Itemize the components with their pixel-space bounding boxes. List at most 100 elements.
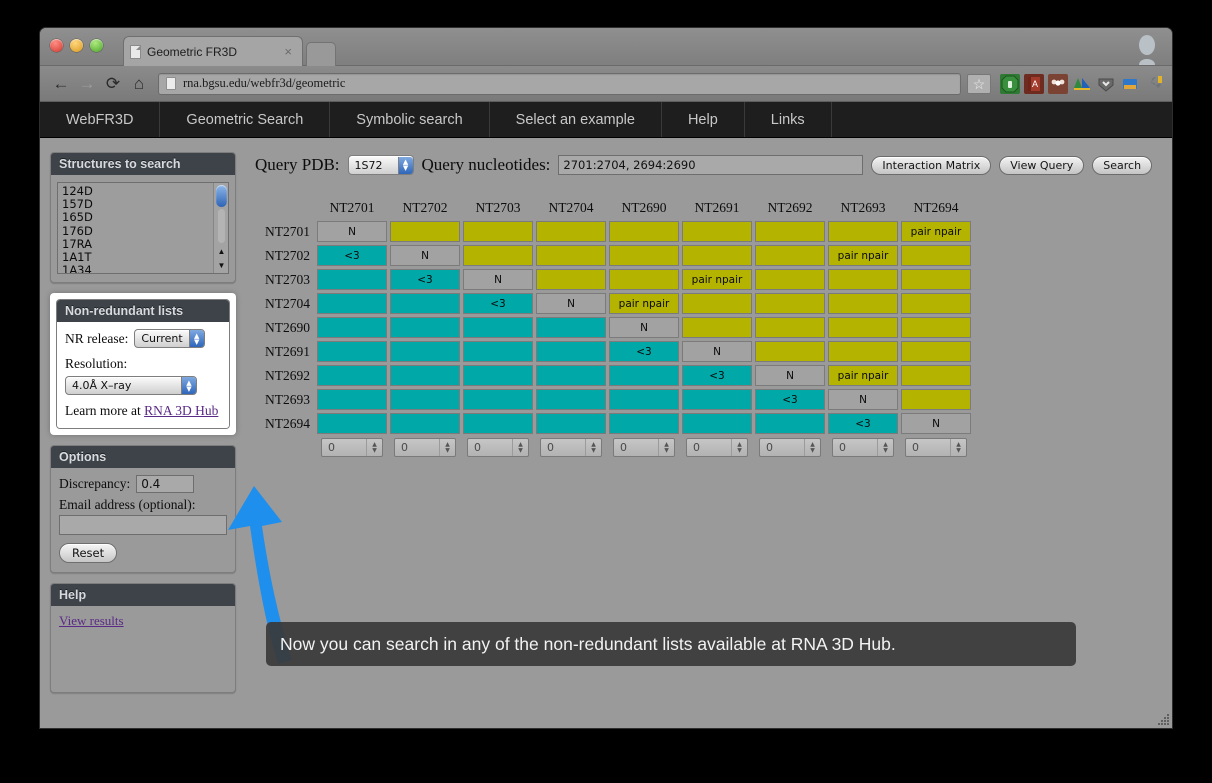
new-tab-button[interactable] xyxy=(306,42,336,66)
matrix-cell-teal[interactable] xyxy=(682,413,752,434)
scrollbar-thumb[interactable] xyxy=(216,185,227,207)
scrollbar-track[interactable] xyxy=(218,209,225,243)
matrix-cell-teal[interactable] xyxy=(390,293,460,314)
bookmark-star-icon[interactable]: ☆ xyxy=(967,74,991,94)
matrix-cell-teal[interactable] xyxy=(317,317,387,338)
matrix-cell-teal[interactable] xyxy=(536,413,606,434)
quantity-stepper[interactable]: 0▲▼ xyxy=(394,438,456,457)
matrix-cell-olive[interactable] xyxy=(901,341,971,362)
scroll-up-icon[interactable]: ▲ xyxy=(217,245,226,258)
matrix-cell-teal[interactable] xyxy=(317,293,387,314)
address-bar[interactable]: rna.bgsu.edu/webfr3d/geometric xyxy=(158,73,961,95)
stepper-arrows-icon[interactable]: ▲▼ xyxy=(950,439,966,456)
matrix-cell-teal[interactable] xyxy=(463,341,533,362)
matrix-cell-diag[interactable]: N xyxy=(901,413,971,434)
extension-drive-icon[interactable] xyxy=(1072,74,1092,94)
matrix-cell-olive[interactable] xyxy=(609,245,679,266)
list-item[interactable]: 1A34 xyxy=(62,264,213,274)
stepper-arrows-icon[interactable]: ▲▼ xyxy=(512,439,528,456)
matrix-cell-teal[interactable] xyxy=(609,365,679,386)
matrix-cell-teal[interactable]: <3 xyxy=(828,413,898,434)
matrix-cell-teal[interactable] xyxy=(463,389,533,410)
quantity-stepper[interactable]: 0▲▼ xyxy=(467,438,529,457)
matrix-cell-teal[interactable] xyxy=(536,389,606,410)
matrix-cell-teal[interactable] xyxy=(682,389,752,410)
matrix-cell-teal[interactable] xyxy=(317,269,387,290)
matrix-cell-olive[interactable] xyxy=(901,389,971,410)
matrix-cell-teal[interactable]: <3 xyxy=(609,341,679,362)
nr-resolution-select[interactable]: 4.0Å X–ray ▲▼ xyxy=(65,376,197,395)
matrix-cell-olive[interactable] xyxy=(828,269,898,290)
matrix-cell-olive[interactable] xyxy=(463,245,533,266)
home-icon[interactable]: ⌂ xyxy=(126,71,152,97)
matrix-cell-olive[interactable]: pair npair xyxy=(682,269,752,290)
nav-item-webfr3d[interactable]: WebFR3D xyxy=(40,102,160,137)
matrix-cell-teal[interactable] xyxy=(463,365,533,386)
matrix-cell-teal[interactable] xyxy=(317,413,387,434)
matrix-cell-teal[interactable] xyxy=(609,389,679,410)
query-pdb-select[interactable]: 1S72 ▲▼ xyxy=(348,155,414,175)
matrix-cell-olive[interactable] xyxy=(390,221,460,242)
matrix-cell-teal[interactable] xyxy=(390,317,460,338)
extension-dictionary-icon[interactable]: A xyxy=(1024,74,1044,94)
stepper-arrows-icon[interactable]: ▲▼ xyxy=(877,439,893,456)
structures-listbox[interactable]: 124D 157D 165D 176D 17RA 1A1T 1A34 ▲ ▼ xyxy=(57,182,229,274)
matrix-cell-olive[interactable] xyxy=(828,317,898,338)
list-item[interactable]: 176D xyxy=(62,225,213,238)
matrix-cell-teal[interactable]: <3 xyxy=(755,389,825,410)
matrix-cell-olive[interactable] xyxy=(901,293,971,314)
list-item[interactable]: 165D xyxy=(62,211,213,224)
nav-item-help[interactable]: Help xyxy=(662,102,745,137)
matrix-cell-teal[interactable] xyxy=(317,341,387,362)
matrix-cell-olive[interactable] xyxy=(609,269,679,290)
matrix-cell-teal[interactable] xyxy=(609,413,679,434)
profile-avatar-icon[interactable] xyxy=(1132,33,1162,65)
view-query-button[interactable]: View Query xyxy=(999,156,1084,175)
email-field[interactable] xyxy=(59,515,227,535)
minimize-window-button[interactable] xyxy=(70,39,83,52)
nav-item-select-an-example[interactable]: Select an example xyxy=(490,102,662,137)
matrix-cell-diag[interactable]: N xyxy=(463,269,533,290)
resize-grip-icon[interactable] xyxy=(1156,712,1170,726)
quantity-stepper[interactable]: 0▲▼ xyxy=(759,438,821,457)
matrix-cell-teal[interactable] xyxy=(390,365,460,386)
matrix-cell-olive[interactable] xyxy=(901,269,971,290)
matrix-cell-olive[interactable] xyxy=(463,221,533,242)
nr-release-select[interactable]: Current ▲▼ xyxy=(134,329,204,348)
matrix-cell-olive[interactable]: pair npair xyxy=(828,245,898,266)
matrix-cell-olive[interactable] xyxy=(901,365,971,386)
browser-tab[interactable]: Geometric FR3D × xyxy=(123,36,303,66)
matrix-cell-diag[interactable]: N xyxy=(390,245,460,266)
matrix-cell-olive[interactable] xyxy=(901,317,971,338)
quantity-stepper[interactable]: 0▲▼ xyxy=(905,438,967,457)
matrix-cell-olive[interactable] xyxy=(682,293,752,314)
matrix-cell-teal[interactable] xyxy=(536,365,606,386)
matrix-cell-olive[interactable] xyxy=(755,317,825,338)
matrix-cell-teal[interactable] xyxy=(317,365,387,386)
matrix-cell-olive[interactable] xyxy=(755,341,825,362)
search-button[interactable]: Search xyxy=(1092,156,1152,175)
matrix-cell-diag[interactable]: N xyxy=(828,389,898,410)
stepper-arrows-icon[interactable]: ▲▼ xyxy=(585,439,601,456)
structures-scrollbar[interactable]: ▲ ▼ xyxy=(213,183,228,273)
matrix-cell-olive[interactable] xyxy=(682,221,752,242)
extension-people-icon[interactable] xyxy=(1048,74,1068,94)
close-window-button[interactable] xyxy=(50,39,63,52)
matrix-cell-teal[interactable] xyxy=(390,341,460,362)
matrix-cell-teal[interactable]: <3 xyxy=(390,269,460,290)
extension-download-icon[interactable] xyxy=(1096,74,1116,94)
matrix-cell-olive[interactable] xyxy=(609,221,679,242)
matrix-cell-diag[interactable]: N xyxy=(609,317,679,338)
quantity-stepper[interactable]: 0▲▼ xyxy=(832,438,894,457)
matrix-cell-olive[interactable] xyxy=(755,269,825,290)
reload-icon[interactable]: ⟳ xyxy=(100,71,126,97)
nav-item-geometric-search[interactable]: Geometric Search xyxy=(160,102,330,137)
matrix-cell-olive[interactable] xyxy=(536,221,606,242)
maximize-window-button[interactable] xyxy=(90,39,103,52)
stepper-arrows-icon[interactable]: ▲▼ xyxy=(731,439,747,456)
back-icon[interactable]: ← xyxy=(48,71,74,97)
matrix-cell-teal[interactable] xyxy=(536,317,606,338)
stepper-arrows-icon[interactable]: ▲▼ xyxy=(804,439,820,456)
matrix-cell-teal[interactable] xyxy=(463,317,533,338)
matrix-cell-teal[interactable] xyxy=(536,341,606,362)
